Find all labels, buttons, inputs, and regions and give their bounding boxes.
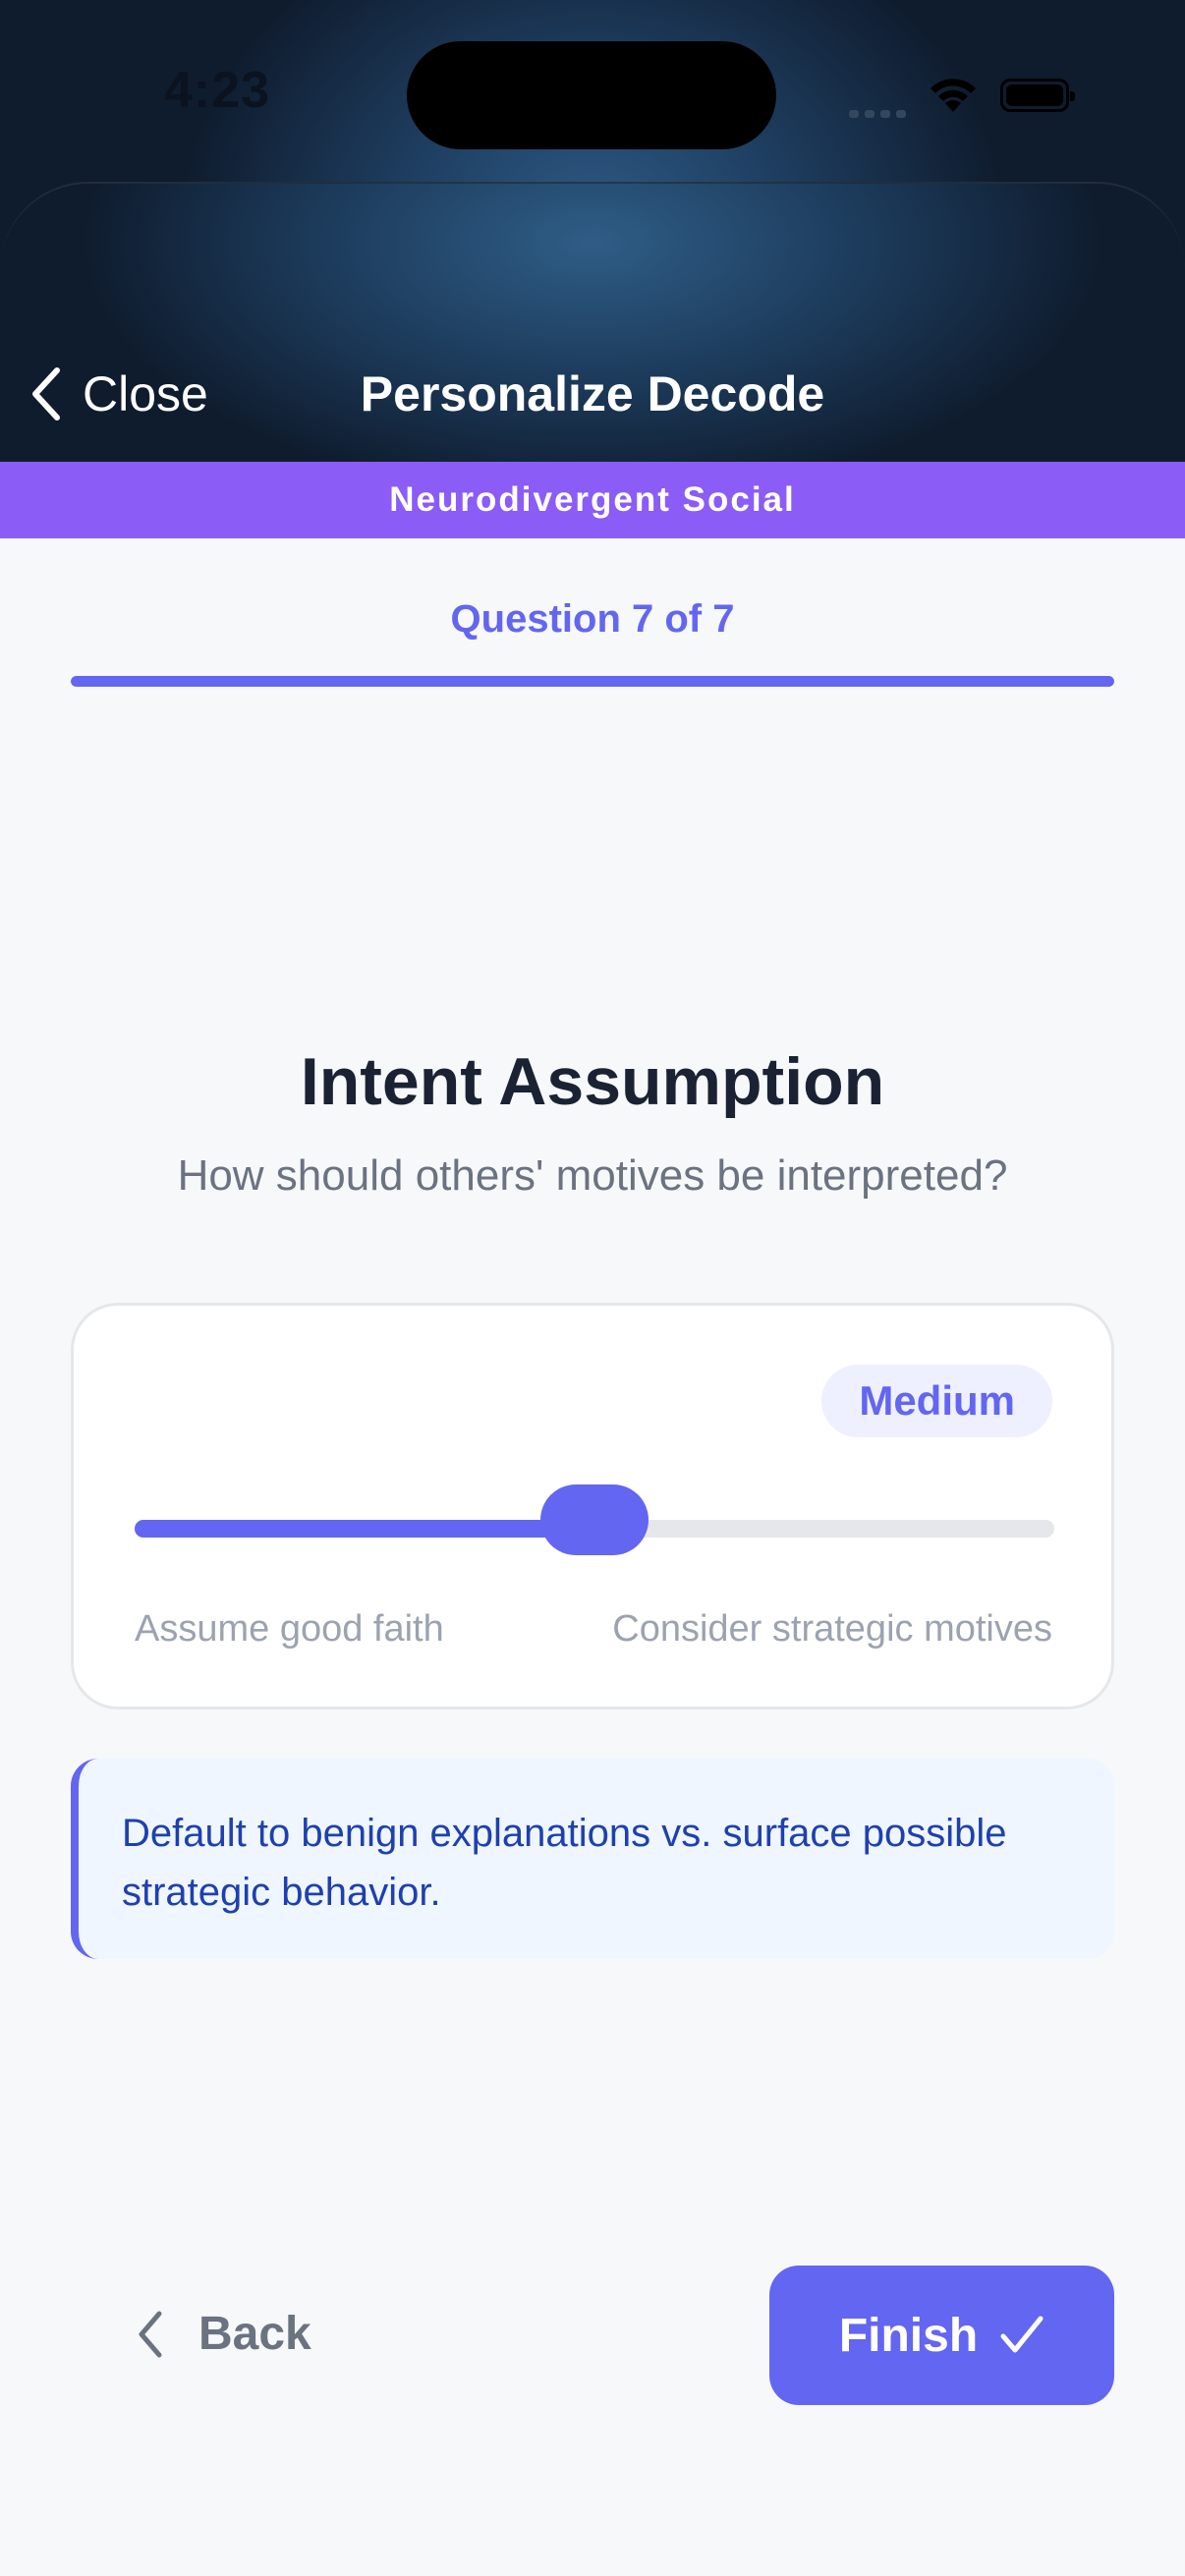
slider-description: Default to benign explanations vs. surfa… xyxy=(71,1759,1114,1959)
category-banner: Neurodivergent Social xyxy=(0,462,1185,538)
slider-value-badge: Medium xyxy=(821,1365,1052,1437)
status-time: 4:23 xyxy=(164,62,271,119)
checkmark-icon xyxy=(1000,2316,1044,2353)
question-counter: Question 7 of 7 xyxy=(450,597,735,641)
progress-bar-fill xyxy=(71,676,1114,687)
finish-label: Finish xyxy=(838,2309,979,2362)
slider-thumb[interactable] xyxy=(540,1484,649,1555)
question-subtitle: How should others' motives be interprete… xyxy=(177,1151,1008,1200)
finish-button[interactable]: Finish xyxy=(769,2266,1114,2405)
dynamic-island xyxy=(407,41,776,149)
cellular-signal-icon xyxy=(849,94,908,124)
page-title: Personalize Decode xyxy=(360,366,825,421)
back-button[interactable]: Back xyxy=(136,2307,311,2361)
slider-fill xyxy=(135,1520,594,1538)
slider-card: Medium Assume good faith Consider strate… xyxy=(71,1303,1114,1709)
chevron-left-icon xyxy=(139,2311,162,2357)
battery-icon xyxy=(1000,79,1075,112)
wifi-icon xyxy=(931,79,976,112)
back-label: Back xyxy=(198,2308,311,2360)
slider-max-label: Consider strategic motives xyxy=(612,1608,1052,1650)
slider-min-label: Assume good faith xyxy=(135,1608,444,1650)
progress-bar xyxy=(71,676,1114,687)
question-title: Intent Assumption xyxy=(300,1044,885,1119)
intent-slider[interactable] xyxy=(135,1484,1054,1555)
